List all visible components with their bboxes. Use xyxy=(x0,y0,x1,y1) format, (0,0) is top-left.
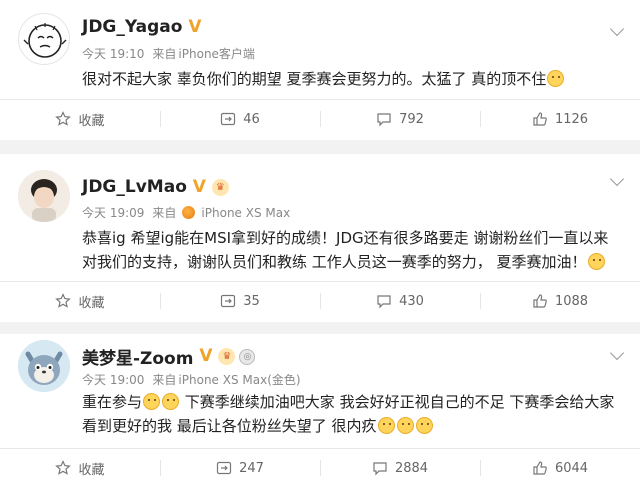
medal-badge-icon: ◎ xyxy=(239,348,256,365)
avatar[interactable] xyxy=(18,170,70,222)
repost-count: 247 xyxy=(239,460,264,476)
post-text-content: 看到更好的我 最后让各位粉丝失望了 很内疚 xyxy=(82,417,377,435)
like-count: 1126 xyxy=(554,111,589,127)
repost-icon xyxy=(221,112,236,126)
avatar-cartoon-cat xyxy=(18,340,70,392)
dizzy-emoji-icon xyxy=(415,417,433,434)
post-card: 美梦星-Zoom V ♛ ◎ 今天 19:00 来自 iPhone XS Max… xyxy=(0,334,640,489)
repost-button[interactable]: 247 xyxy=(160,448,320,488)
comment-icon xyxy=(377,113,391,127)
username[interactable]: 美梦星-Zoom xyxy=(82,344,193,369)
thumbs-up-icon xyxy=(533,294,547,308)
post-time: 今天 19:10 xyxy=(82,47,145,61)
username[interactable]: JDG_Yagao xyxy=(82,17,182,37)
comment-icon xyxy=(373,462,387,476)
star-icon xyxy=(55,111,72,126)
post-time: 今天 19:09 xyxy=(82,206,145,220)
post-source[interactable]: iPhone客户端 xyxy=(178,45,255,62)
avatar[interactable] xyxy=(18,340,70,392)
like-button[interactable]: 6044 xyxy=(480,448,640,488)
thumbs-up-icon xyxy=(533,112,547,126)
favorite-button[interactable]: 收藏 xyxy=(0,99,160,139)
avatar-doodle-face xyxy=(23,23,67,58)
avatar-photo xyxy=(18,170,70,222)
post-separator xyxy=(0,140,640,154)
post-text: 很对不起大家 辜负你们的期望 夏季赛会更努力的。太猛了 真的顶不住 xyxy=(82,67,627,91)
post-meta: 今天 19:00 来自 iPhone XS Max(金色) xyxy=(82,371,301,388)
repost-button[interactable]: 46 xyxy=(160,99,320,139)
post-text-content: 对我们的支持，谢谢队员们和教练 工作人员这一赛季的努力， 夏季赛加油！ xyxy=(82,253,587,271)
like-count: 1088 xyxy=(554,293,589,309)
dizzy-emoji-icon xyxy=(396,417,414,434)
post-time: 今天 19:00 xyxy=(82,373,145,387)
repost-button[interactable]: 35 xyxy=(160,281,320,321)
verified-v-icon: V xyxy=(192,176,206,197)
favorite-label: 收藏 xyxy=(78,462,105,478)
post-text-content: 很对不起大家 辜负你们的期望 夏季赛会更努力的。太猛了 真的顶不住 xyxy=(82,70,547,88)
post-meta: 今天 19:10 来自 iPhone客户端 xyxy=(82,45,255,62)
thumbs-up-icon xyxy=(533,461,547,475)
star-icon xyxy=(55,460,72,475)
repost-icon xyxy=(221,294,236,308)
comment-count: 430 xyxy=(399,293,424,309)
post-separator xyxy=(0,322,640,334)
source-prefix: 来自 xyxy=(152,47,177,61)
crying-emoji-icon xyxy=(547,70,565,87)
action-bar: 收藏 46 792 1126 xyxy=(0,99,640,139)
post-text: 重在参与 下赛季继续加油吧大家 我会好好正视自己的不足 下赛季会给大家 看到更好… xyxy=(82,390,627,438)
crown-badge-icon: ♛ xyxy=(211,178,229,196)
action-bar: 收藏 247 2884 6044 xyxy=(0,448,640,488)
star-icon xyxy=(55,293,72,308)
crown-badge-icon: ♛ xyxy=(218,348,236,365)
sweat-emoji-icon xyxy=(143,393,161,410)
source-prefix: 来自 xyxy=(152,373,177,387)
weibo-feed: JDG_Yagao V 今天 19:10 来自 iPhone客户端 很对不起大家… xyxy=(0,0,640,489)
comment-button[interactable]: 430 xyxy=(320,281,480,321)
favorite-label: 收藏 xyxy=(78,113,105,129)
verified-v-icon: V xyxy=(199,346,213,366)
repost-count: 35 xyxy=(243,293,260,309)
chevron-down-icon[interactable] xyxy=(609,345,625,361)
post-card: JDG_LvMao V ♛ 今天 19:09 来自 iPhone XS Max … xyxy=(0,154,640,322)
favorite-button[interactable]: 收藏 xyxy=(0,281,160,321)
post-text-line: 看到更好的我 最后让各位粉丝失望了 很内疚 xyxy=(82,414,627,438)
dizzy-emoji-icon xyxy=(377,417,395,434)
chevron-down-icon[interactable] xyxy=(609,171,625,187)
repost-count: 46 xyxy=(243,111,260,127)
source-prefix: 来自 xyxy=(152,206,177,220)
verified-v-icon: V xyxy=(188,16,202,37)
post-text: 恭喜ig 希望ig能在MSI拿到好的成绩！JDG还有很多路要走 谢谢粉丝们一直以… xyxy=(82,226,627,274)
comment-count: 792 xyxy=(399,111,424,127)
action-bar: 收藏 35 430 1088 xyxy=(0,281,640,321)
like-button[interactable]: 1088 xyxy=(480,281,640,321)
comment-icon xyxy=(377,295,391,309)
post-meta: 今天 19:09 来自 iPhone XS Max xyxy=(82,204,290,221)
favorite-label: 收藏 xyxy=(78,295,105,311)
comment-button[interactable]: 2884 xyxy=(320,448,480,488)
post-text-line: 对我们的支持，谢谢队员们和教练 工作人员这一赛季的努力， 夏季赛加油！ xyxy=(82,250,627,274)
repost-icon xyxy=(216,461,232,475)
orange-fruit-icon xyxy=(182,206,196,219)
comment-button[interactable]: 792 xyxy=(320,99,480,139)
pleading-emoji-icon xyxy=(587,253,605,270)
post-text-line: 恭喜ig 希望ig能在MSI拿到好的成绩！JDG还有很多路要走 谢谢粉丝们一直以… xyxy=(82,229,609,247)
post-source[interactable]: iPhone XS Max(金色) xyxy=(178,371,300,388)
like-button[interactable]: 1126 xyxy=(480,99,640,139)
favorite-button[interactable]: 收藏 xyxy=(0,448,160,488)
post-text-content: 重在参与 xyxy=(82,393,143,411)
post-source[interactable]: iPhone XS Max xyxy=(201,206,290,220)
comment-count: 2884 xyxy=(394,460,429,476)
post-card: JDG_Yagao V 今天 19:10 来自 iPhone客户端 很对不起大家… xyxy=(0,0,640,140)
sweat-emoji-icon xyxy=(162,393,180,410)
like-count: 6044 xyxy=(554,460,589,476)
chevron-down-icon[interactable] xyxy=(609,21,625,37)
post-text-content: 下赛季继续加油吧大家 我会好好正视自己的不足 下赛季会给大家 xyxy=(184,393,615,411)
username[interactable]: JDG_LvMao xyxy=(82,177,187,197)
avatar[interactable] xyxy=(18,13,70,65)
post-text-line: 重在参与 下赛季继续加油吧大家 我会好好正视自己的不足 下赛季会给大家 xyxy=(82,390,627,414)
